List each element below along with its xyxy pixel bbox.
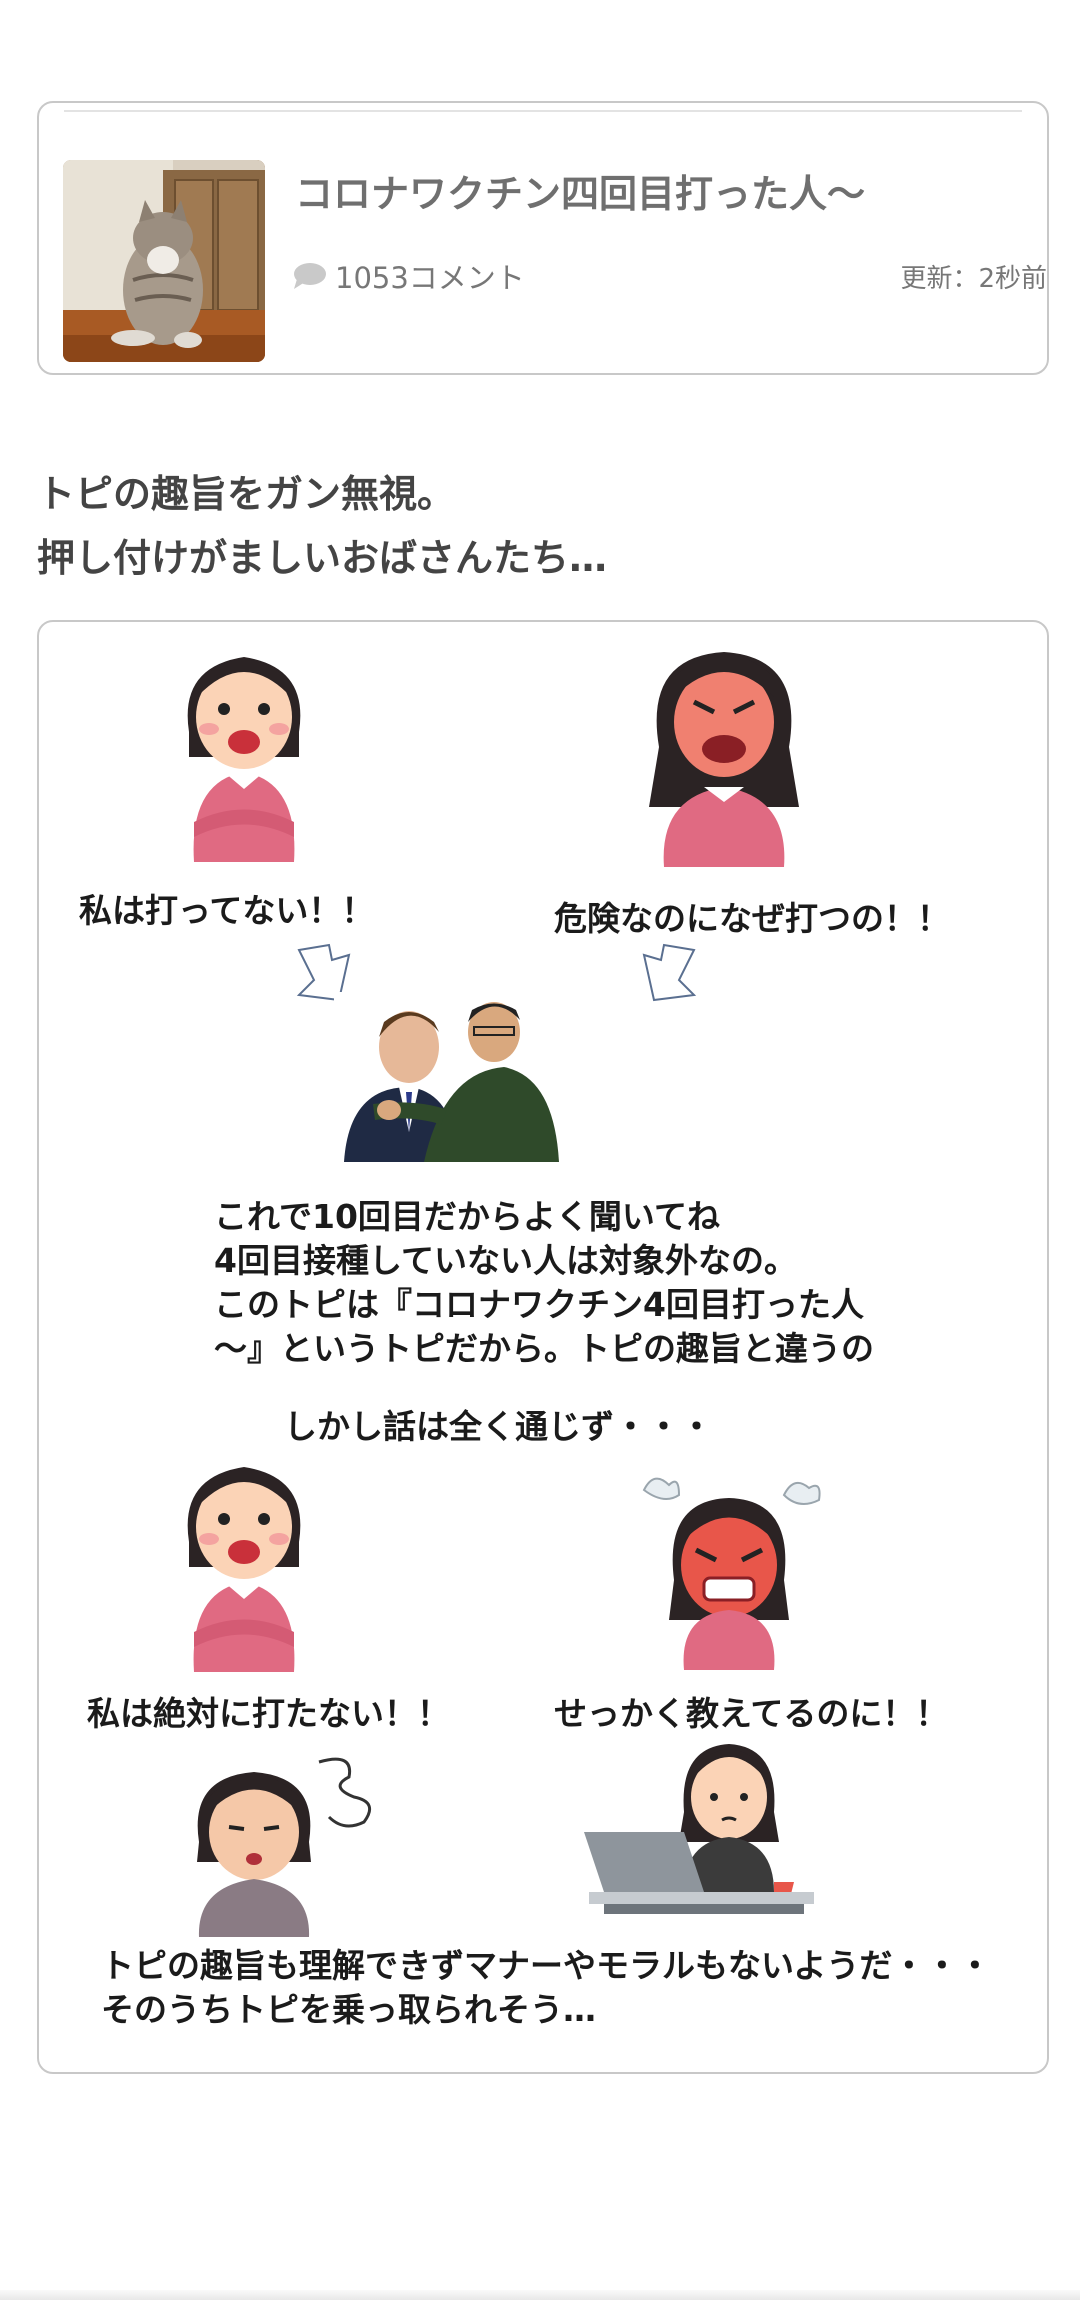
post-heading: トピの趣旨をガン無視。 押し付けがましいおばさんたち… — [37, 462, 1037, 590]
closing-line-2: そのうちトピを乗っ取られそう… — [101, 1990, 596, 2029]
speech-never-vaccinate: 私は絶対に打たない！！ — [87, 1694, 450, 1733]
woman-arms-crossed-illustration — [187, 657, 301, 862]
explain-line-1: これで10回目だからよく聞いてね — [214, 1197, 720, 1236]
topic-title[interactable]: コロナワクチン四回目打った人〜 — [295, 163, 865, 218]
arrow-down-left-icon — [642, 943, 697, 1002]
closing-line-1: トピの趣旨も理解できずマナーやモラルもないようだ・・・ — [101, 1946, 992, 1985]
comment-count-row: 1053コメント — [291, 255, 525, 297]
illustration-panel: 私は打ってない！！ 危険なのになぜ打つの！！ これで10回目だからよく聞いてね … — [37, 620, 1049, 2074]
explain-line-4: 〜』というトピだから。トピの趣旨と違うの — [214, 1329, 874, 1368]
topic-thumbnail[interactable] — [63, 160, 265, 362]
topic-card[interactable]: コロナワクチン四回目打った人〜 1053コメント 更新：2秒前 — [37, 101, 1049, 375]
heading-line-2: 押し付けがましいおばさんたち… — [37, 536, 608, 580]
speech-kindly-teaching: せっかく教えてるのに！！ — [554, 1694, 949, 1733]
men-persuading-photo — [334, 992, 559, 1162]
explain-line-2: 4回目接種していない人は対象外なの。 — [214, 1241, 797, 1280]
speech-not-vaccinated: 私は打ってない！！ — [79, 891, 375, 930]
woman-arms-crossed-illustration-2 — [187, 1467, 301, 1672]
explain-line-3: このトピは『コロナワクチン4回目打った人 — [214, 1285, 864, 1324]
furious-woman-illustration — [642, 1477, 821, 1670]
angry-woman-illustration — [649, 652, 799, 867]
divider — [64, 110, 1022, 112]
updated-time: 更新：2秒前 — [900, 264, 1047, 294]
tired-woman-illustration — [197, 1757, 372, 1937]
speech-why-vaccinate: 危険なのになぜ打つの！！ — [554, 899, 950, 938]
comment-count: 1053コメント — [335, 261, 525, 295]
narration-not-understood: しかし話は全く通じず・・・ — [284, 1407, 713, 1446]
heading-line-1: トピの趣旨をガン無視。 — [37, 472, 456, 516]
comment-bubble-icon — [294, 263, 326, 289]
bottom-edge — [0, 2290, 1080, 2300]
cat-photo-icon — [63, 160, 265, 362]
woman-at-laptop-illustration — [584, 1744, 814, 1914]
